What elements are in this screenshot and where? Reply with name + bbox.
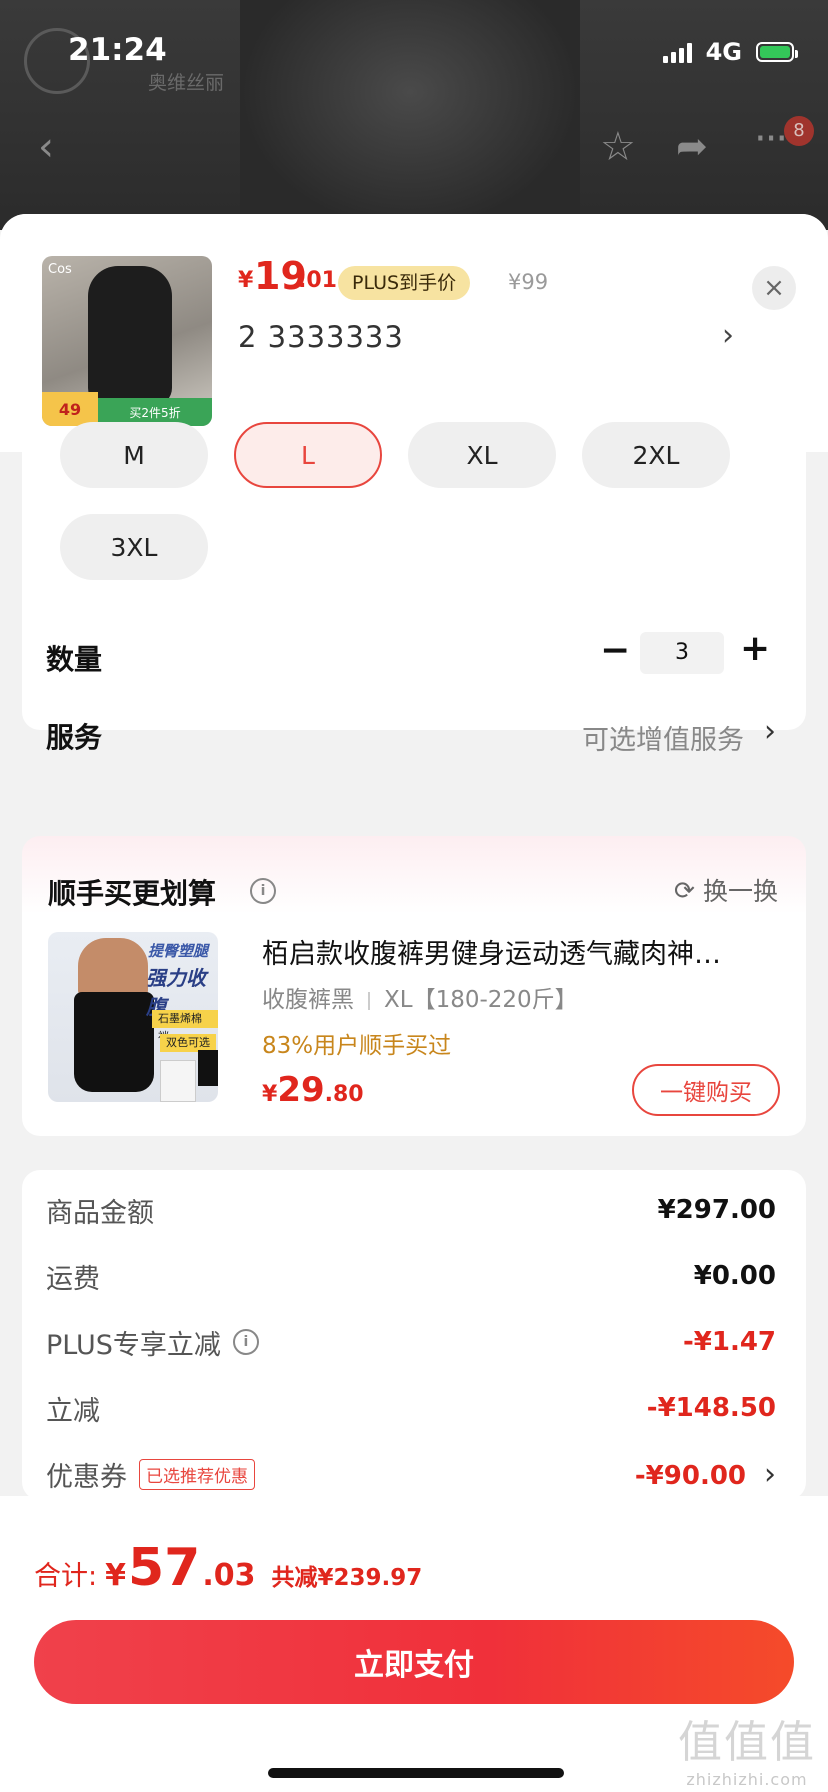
summary-label: 商品金额 [46,1197,154,1229]
one-click-buy-button[interactable]: 一键购买 [632,1064,780,1116]
summary-row-plus-discount: PLUS专享立减 i -¥1.47 [46,1322,776,1362]
pay-now-button[interactable]: 立即支付 [34,1620,794,1704]
checkout-footer: 合计: ¥ 57 .03 共减¥239.97 立即支付 值值值 zhizhizh… [0,1496,828,1792]
addon-price: ¥29.80 [262,1070,364,1110]
price-symbol: ¥ [262,1082,278,1107]
watermark: 值值值 zhizhizhi.com [678,1706,816,1789]
refresh-icon: ⟳ [674,875,695,905]
quantity-label: 数量 [46,643,103,676]
model-torso [78,938,148,998]
total-saving: 共减¥239.97 [271,1565,423,1591]
info-icon[interactable]: i [232,1329,259,1355]
price-integer: 29 [277,1070,325,1110]
summary-value: -¥148.50 [646,1393,776,1423]
total-decimal: .03 [202,1558,256,1593]
chevron-right-icon[interactable]: › [764,714,776,749]
black-variant-image [198,1050,218,1086]
signal-icon [662,41,692,63]
white-variant-image [160,1060,196,1102]
more-icon[interactable]: ··· [754,116,788,162]
size-option-m[interactable]: M [60,422,208,488]
chevron-right-icon[interactable]: › [722,318,734,353]
size-option-3xl[interactable]: 3XL [60,514,208,580]
addon-size: XL【180-220斤】 [384,987,578,1013]
summary-row-shipping: 运费 ¥0.00 [46,1256,776,1296]
background-product-image [240,0,580,230]
product-thumbnail[interactable]: Cos 49 买2件5折 [42,256,212,426]
summary-value: ¥297.00 [657,1195,776,1225]
summary-value: ¥0.00 [693,1261,776,1291]
total-amount: 合计: ¥ 57 .03 共减¥239.97 [34,1538,422,1598]
addon-spec: 收腹裤黑 XL【180-220斤】 [262,980,578,1014]
summary-row-subtotal: 商品金额 ¥297.00 [46,1190,776,1230]
status-time: 21:24 [68,32,167,68]
size-option-l[interactable]: L [234,422,382,488]
divider [368,991,370,1010]
coupon-value-group: -¥90.00 › [635,1457,776,1492]
thumbnail-logo: Cos [48,262,72,277]
background-page: 奥维丝丽 21:24 4G ‹ ☆ ➦ ··· 8 [0,0,828,230]
summary-value: -¥90.00 [634,1460,746,1491]
summary-label: 优惠券 已选推荐优惠 [46,1455,255,1494]
close-button[interactable]: × [752,266,796,310]
total-integer: 57 [127,1538,201,1598]
addon-card: 顺手买更划算 i ⟳ 换一换 提臀塑腿 强力收腹 石墨烯棉裆 双色可选 栢启款收… [22,836,806,1136]
price-decimal: .80 [324,1082,364,1107]
back-icon[interactable]: ‹ [38,124,54,170]
selected-spec[interactable]: 2 3333333 [238,320,404,354]
size-option-xl[interactable]: XL [408,422,556,488]
model-shorts [74,992,154,1092]
share-icon[interactable]: ➦ [676,124,708,168]
quantity-decrease-button[interactable]: − [600,630,630,671]
product-image-figure [88,266,172,406]
product-header: Cos 49 买2件5折 ¥ 19 .01 PLUS到手价 ¥99 × 2 33… [0,214,828,452]
thumbnail-headline: 提臀塑腿 [148,942,209,960]
quantity-increase-button[interactable]: + [740,628,770,669]
swap-button[interactable]: ⟳ 换一换 [674,872,778,908]
battery-icon [756,42,798,62]
total-label: 合计: [34,1561,98,1592]
summary-row-coupon[interactable]: 优惠券 已选推荐优惠 -¥90.00 › [46,1454,776,1494]
addon-social-proof: 83%用户顺手买过 [262,1033,452,1059]
status-bar-right: 4G [662,38,798,66]
quantity-input[interactable]: 3 [640,632,724,674]
addon-title: 顺手买更划算 [48,877,217,910]
summary-label-text: PLUS专享立减 [46,1329,221,1361]
addon-thumbnail[interactable]: 提臀塑腿 强力收腹 石墨烯棉裆 双色可选 [48,932,218,1102]
chevron-right-icon[interactable]: › [764,1457,776,1492]
price-symbol: ¥ [238,268,254,293]
summary-row-instant-discount: 立减 -¥148.50 [46,1388,776,1428]
thumbnail-tag: 石墨烯棉裆 [152,1010,218,1043]
info-icon[interactable]: i [250,878,276,904]
order-summary: 商品金额 ¥297.00 运费 ¥0.00 PLUS专享立减 i -¥1.47 立… [22,1170,806,1500]
swap-label: 换一换 [702,877,778,906]
summary-label: 立减 [46,1395,100,1427]
summary-label: PLUS专享立减 i [46,1323,259,1362]
original-price: ¥99 [508,270,549,294]
service-label: 服务 [46,721,103,754]
thumbnail-price-badge: 49 [42,392,98,426]
brand-name: 奥维丝丽 [148,72,225,94]
notification-badge: 8 [784,116,814,146]
network-type: 4G [705,38,742,66]
summary-label-text: 优惠券 [46,1461,127,1493]
coupon-tag: 已选推荐优惠 [139,1458,255,1490]
size-option-2xl[interactable]: 2XL [582,422,730,488]
price-decimal: .01 [298,268,337,293]
spec-card: M L XL 2XL 3XL 数量 − 3 + 服务 可选增值服务 › [22,422,806,756]
watermark-url: zhizhizhi.com [686,1770,808,1789]
plus-price-tag: PLUS到手价 [338,266,471,300]
summary-label: 运费 [46,1263,100,1295]
service-value[interactable]: 可选增值服务 [582,718,744,757]
addon-color: 收腹裤黑 [262,987,354,1013]
watermark-logo: 值值值 [678,1717,816,1768]
total-symbol: ¥ [105,1558,126,1593]
addon-product-name[interactable]: 栢启款收腹裤男健身运动透气藏肉神… [262,932,782,971]
star-icon[interactable]: ☆ [600,124,636,170]
home-indicator [268,1768,564,1778]
summary-value: -¥1.47 [682,1327,776,1357]
